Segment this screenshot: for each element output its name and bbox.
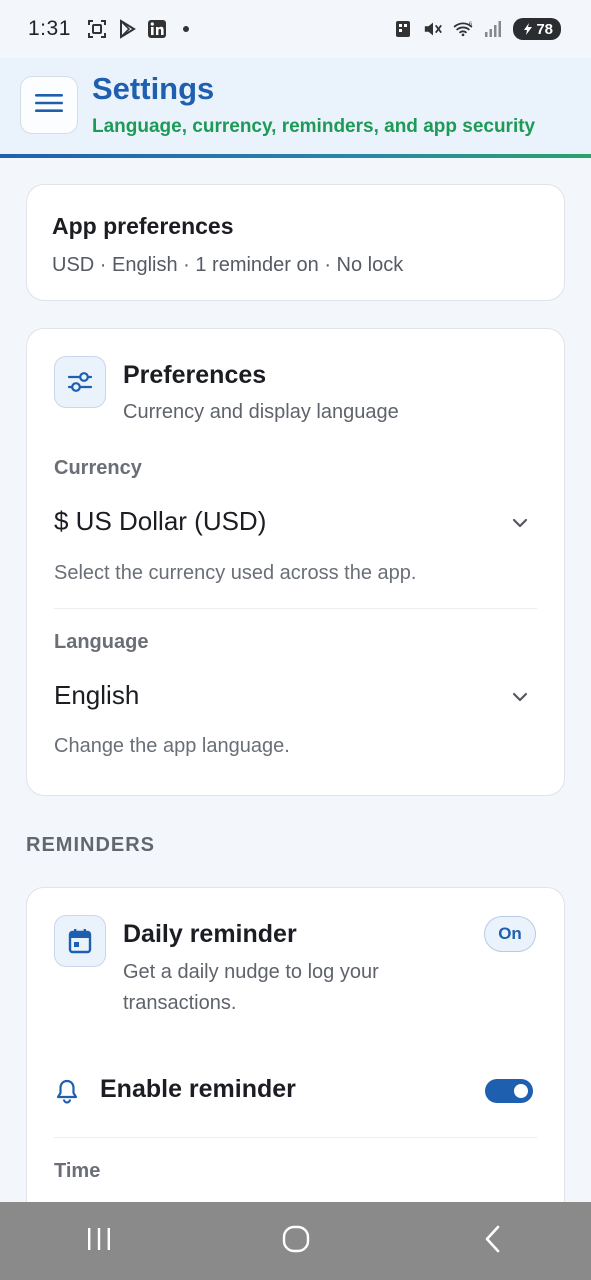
status-bar: 1:31 6 78 <box>0 0 591 58</box>
summary-title: App preferences <box>52 213 234 239</box>
language-help-text: Change the app language. <box>54 735 290 757</box>
daily-reminder-card: Daily reminder Get a daily nudge to log … <box>26 887 565 1202</box>
wifi-icon: 6 <box>453 19 473 39</box>
linkedin-icon <box>147 19 167 39</box>
reminders-section-heading: REMINDERS <box>26 834 156 856</box>
enable-reminder-toggle[interactable] <box>485 1079 533 1103</box>
status-time: 1:31 <box>28 17 71 40</box>
menu-button[interactable] <box>20 76 78 134</box>
signal-icon <box>483 19 503 39</box>
home-icon <box>281 1224 311 1259</box>
daily-reminder-title: Daily reminder <box>123 920 297 948</box>
notification-dot <box>182 26 189 32</box>
back-button[interactable] <box>463 1211 523 1271</box>
recent-apps-button[interactable] <box>69 1211 129 1271</box>
language-select[interactable]: English <box>27 671 564 721</box>
daily-reminder-subtitle: Get a daily nudge to log your transactio… <box>123 961 379 1014</box>
toggle-knob <box>514 1084 528 1098</box>
mute-icon <box>423 19 443 39</box>
language-value: English <box>54 680 140 710</box>
settings-content[interactable]: App preferences USD · English · 1 remind… <box>0 162 591 1202</box>
divider <box>54 1137 537 1138</box>
currency-help-text: Select the currency used across the app. <box>54 562 417 584</box>
page-title: Settings <box>92 71 215 106</box>
home-button[interactable] <box>266 1211 326 1271</box>
currency-value: $ US Dollar (USD) <box>54 506 267 536</box>
battery-level: 78 <box>536 20 553 38</box>
header-accent-bar <box>0 154 591 158</box>
chevron-down-icon <box>510 687 530 707</box>
play-store-icon <box>117 19 137 39</box>
bell-icon <box>56 1078 78 1109</box>
calendar-icon <box>54 915 106 967</box>
app-preferences-summary-card: App preferences USD · English · 1 remind… <box>26 184 565 301</box>
back-icon <box>482 1224 504 1259</box>
enable-reminder-row[interactable]: Enable reminder <box>54 1072 537 1112</box>
preferences-subtitle: Currency and display language <box>123 401 399 423</box>
divider <box>54 608 537 609</box>
network-label: 6 <box>469 22 472 28</box>
language-label: Language <box>54 631 149 653</box>
chevron-down-icon <box>510 513 530 533</box>
preferences-card: Preferences Currency and display languag… <box>26 328 565 796</box>
app-header: Settings Language, currency, reminders, … <box>0 58 591 158</box>
time-label: Time <box>54 1160 101 1182</box>
summary-text: USD · English · 1 reminder on · No lock <box>52 254 404 276</box>
currency-select[interactable]: $ US Dollar (USD) <box>27 497 564 547</box>
sliders-icon <box>54 356 106 408</box>
status-badge: On <box>484 916 536 952</box>
battery-icon: 78 <box>513 18 561 40</box>
enable-reminder-label: Enable reminder <box>100 1075 296 1103</box>
recent-apps-icon <box>85 1226 113 1257</box>
nfc-icon <box>393 19 413 39</box>
preferences-title: Preferences <box>123 361 267 389</box>
hamburger-icon <box>35 93 63 118</box>
page-subtitle: Language, currency, reminders, and app s… <box>92 116 536 137</box>
system-nav-bar <box>0 1202 591 1280</box>
currency-label: Currency <box>54 457 142 479</box>
screenshot-icon <box>87 19 107 39</box>
